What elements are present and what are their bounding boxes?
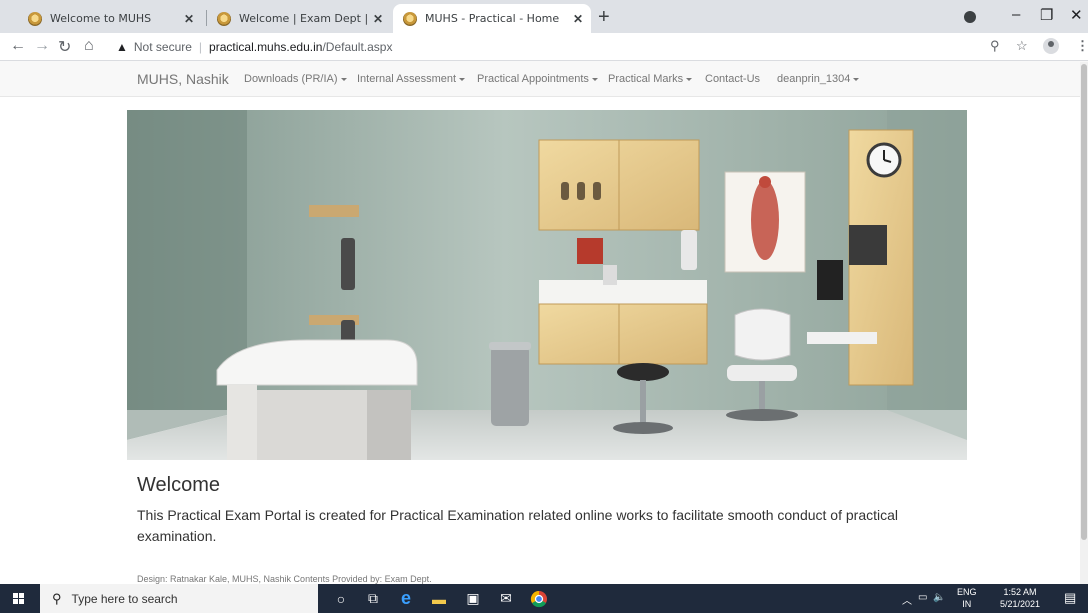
close-tab-icon[interactable]: ✕	[184, 12, 194, 26]
windows-logo-icon	[13, 593, 25, 605]
close-tab-icon[interactable]: ✕	[373, 12, 383, 26]
nav-internal-assessment[interactable]: Internal Assessment	[357, 73, 466, 85]
caret-down-icon	[459, 77, 466, 81]
start-button[interactable]	[0, 584, 40, 613]
caret-down-icon	[853, 77, 860, 81]
welcome-paragraph: This Practical Exam Portal is created fo…	[137, 507, 898, 544]
network-icon[interactable]: ▭	[918, 592, 927, 603]
address-bar[interactable]: ▲ Not secure | practical.muhs.edu.in /De…	[116, 36, 1016, 58]
system-clock[interactable]: 1:52 AM 5/21/2021	[1000, 586, 1040, 610]
zoom-icon[interactable]: ⚲	[990, 38, 1000, 54]
account-avatar-icon[interactable]	[1043, 38, 1059, 54]
url-path: /Default.aspx	[322, 40, 393, 54]
muhs-favicon-icon	[217, 11, 231, 26]
clock-time: 1:52 AM	[1003, 587, 1037, 597]
language-indicator[interactable]: ENG IN	[957, 586, 977, 610]
browser-tab-2[interactable]: Welcome | Exam Dept | MUHS ✕	[207, 4, 391, 33]
store-icon[interactable]: ▣	[462, 588, 484, 609]
scrollbar-thumb[interactable]	[1081, 64, 1087, 540]
caret-down-icon	[340, 77, 347, 81]
tray-chevron-icon[interactable]: ︿	[902, 592, 912, 607]
forward-arrow-icon[interactable]: →	[34, 37, 50, 55]
tab-title: Welcome to MUHS	[50, 12, 152, 25]
profile-menu-icon[interactable]	[964, 11, 976, 23]
welcome-heading: Welcome	[137, 474, 220, 496]
star-icon[interactable]: ☆	[1016, 38, 1028, 54]
taskbar-search-input[interactable]: ⚲ Type here to search	[40, 584, 318, 613]
mail-icon[interactable]: ✉	[495, 588, 517, 609]
warning-triangle-icon: ▲	[116, 40, 128, 54]
hero-exam-room-image	[127, 110, 967, 460]
close-window-icon[interactable]: ✕	[1070, 6, 1083, 24]
home-icon[interactable]: ⌂	[84, 37, 94, 55]
task-view-icon[interactable]: ⧉	[362, 588, 384, 609]
lang-code: ENG	[957, 587, 977, 597]
nav-label: Contact-Us	[705, 73, 761, 85]
minimize-window-icon[interactable]: –	[1012, 6, 1020, 23]
back-arrow-icon[interactable]: ←	[10, 37, 26, 55]
browser-tab-strip: Welcome to MUHS ✕ Welcome | Exam Dept | …	[0, 0, 1088, 33]
edge-browser-icon[interactable]: e	[395, 588, 417, 609]
nav-practical-marks[interactable]: Practical Marks	[608, 73, 693, 85]
region-code: IN	[962, 599, 972, 609]
browser-toolbar: ← → ↻ ⌂ ▲ Not secure | practical.muhs.ed…	[0, 33, 1088, 61]
tab-title: Welcome | Exam Dept | MUHS	[239, 12, 367, 25]
nav-label: Practical Marks	[608, 73, 684, 85]
nav-user-menu[interactable]: deanprin_1304	[777, 73, 860, 85]
muhs-favicon-icon	[403, 11, 417, 26]
caret-down-icon	[686, 77, 693, 81]
nav-practical-appointments[interactable]: Practical Appointments	[477, 73, 598, 85]
close-tab-icon[interactable]: ✕	[573, 12, 583, 26]
caret-down-icon	[591, 77, 598, 81]
search-placeholder: Type here to search	[71, 591, 178, 606]
chrome-logo-icon	[530, 590, 547, 607]
cortana-icon[interactable]: ○	[330, 588, 352, 609]
clock-date: 5/21/2021	[1000, 599, 1041, 609]
volume-icon[interactable]: 🔈	[933, 592, 945, 603]
brand-link[interactable]: MUHS, Nashik	[137, 71, 229, 87]
restore-window-icon[interactable]: ❐	[1040, 6, 1053, 24]
exam-room-illustration	[127, 110, 967, 460]
kebab-menu-icon[interactable]: ⋮	[1076, 38, 1088, 54]
tab-title: MUHS - Practical - Home	[425, 12, 560, 25]
browser-tab-1[interactable]: Welcome to MUHS ✕	[18, 4, 202, 33]
site-navbar: MUHS, Nashik Downloads (PR/IA) Internal …	[0, 61, 1088, 97]
divider: |	[198, 40, 203, 54]
search-icon: ⚲	[52, 590, 62, 606]
page-footer: Design: Ratnakar Kale, MUHS, Nashik Cont…	[137, 574, 432, 584]
browser-tab-3-active[interactable]: MUHS - Practical - Home ✕	[393, 4, 591, 33]
muhs-favicon-icon	[28, 11, 42, 26]
file-explorer-icon[interactable]: ▬	[428, 588, 450, 609]
nav-label: Downloads (PR/IA)	[244, 73, 338, 85]
new-tab-plus-icon[interactable]: +	[598, 6, 610, 29]
nav-contact-us[interactable]: Contact-Us	[705, 73, 760, 85]
nav-label: Internal Assessment	[357, 73, 457, 85]
notifications-icon[interactable]: ▤	[1064, 590, 1076, 606]
security-label: Not secure	[133, 40, 192, 54]
reload-icon[interactable]: ↻	[58, 37, 71, 57]
chrome-icon[interactable]	[528, 588, 550, 609]
url-host: practical.muhs.edu.in	[209, 40, 323, 54]
nav-downloads[interactable]: Downloads (PR/IA)	[244, 73, 347, 85]
windows-taskbar: ⚲ Type here to search ○ ⧉ e ▬ ▣ ✉ ︿ ▭ 🔈 …	[0, 584, 1088, 613]
nav-label: Practical Appointments	[477, 73, 589, 85]
nav-label: deanprin_1304	[777, 73, 851, 85]
